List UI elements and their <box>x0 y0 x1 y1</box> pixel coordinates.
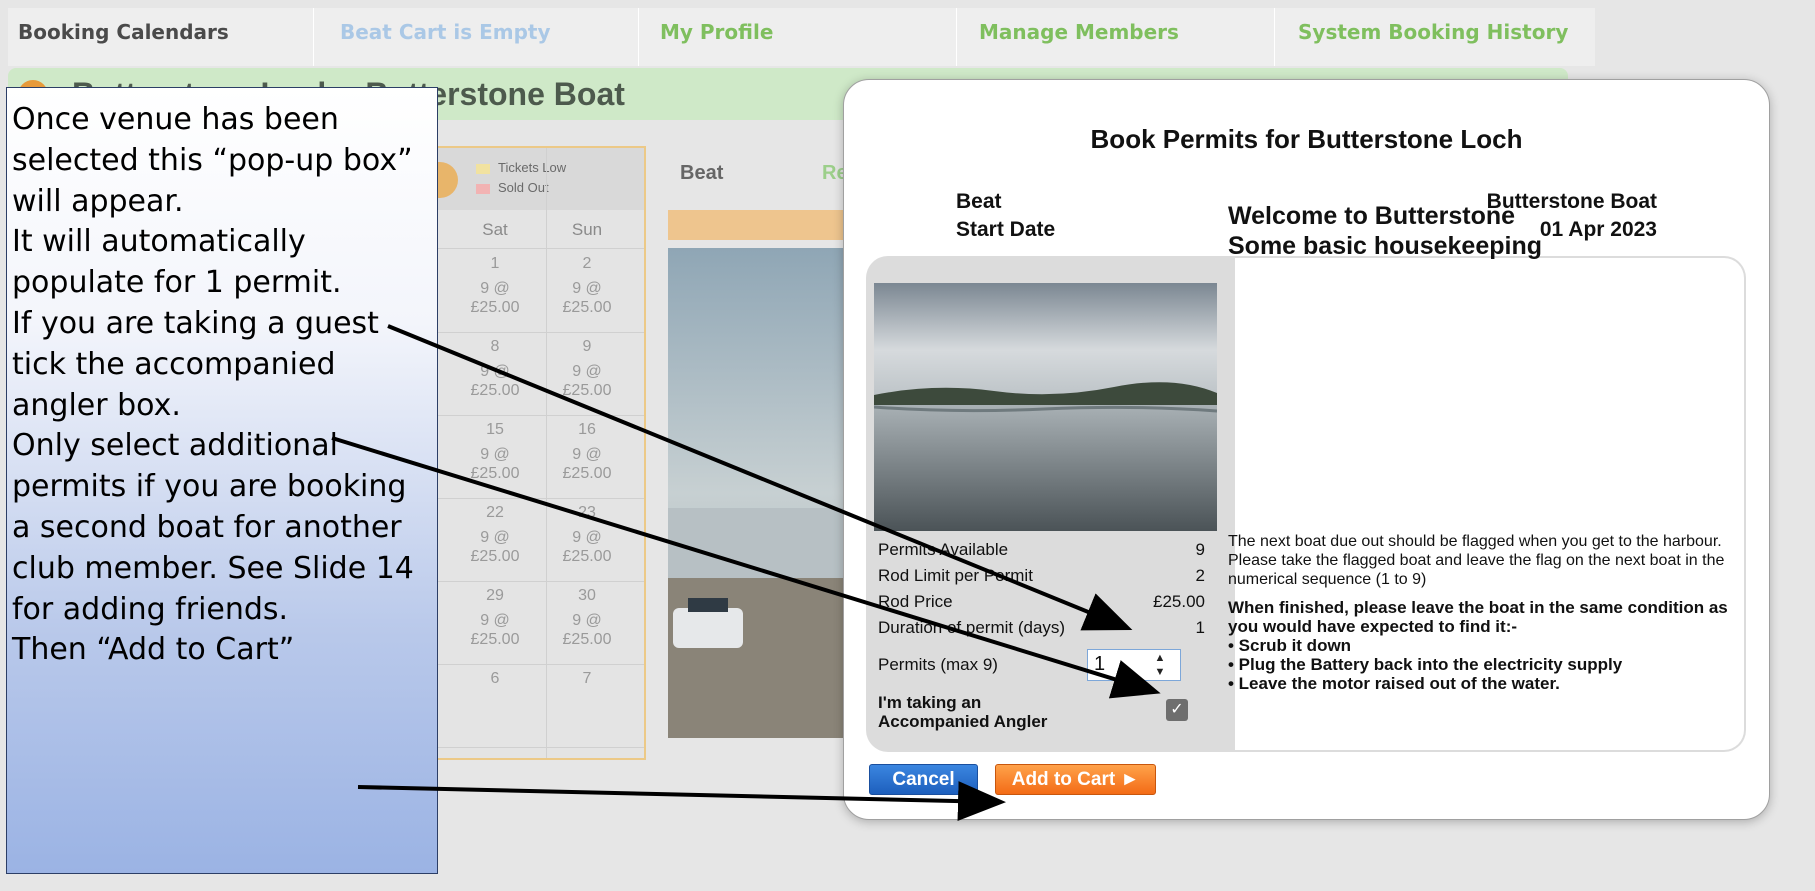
calendar-day-number: 29 <box>486 587 504 604</box>
calendar-day-cell[interactable]: 16 9 @ £25.00 <box>542 420 632 500</box>
calendar-day-availability: 9 @ £25.00 <box>562 363 612 399</box>
day-header-sat: Sat <box>482 220 508 239</box>
duration-label: Duration of permit (days) <box>878 618 1066 637</box>
calendar-day-availability: 9 @ £25.00 <box>470 363 520 399</box>
rod-price-value: £25.00 <box>1153 592 1205 611</box>
calendar-day-availability: 9 @ £25.00 <box>470 280 520 316</box>
annotation-text: Once venue has been selected this “pop-u… <box>12 102 414 668</box>
loch-photo <box>874 283 1217 531</box>
modal-title: Book Permits for Butterstone Loch <box>1090 124 1523 154</box>
page-background: Booking Calendars Beat Cart is Empty My … <box>0 0 1815 891</box>
calendar-day-cell[interactable]: 9 9 @ £25.00 <box>542 337 632 417</box>
calendar-day-number: 2 <box>582 255 592 272</box>
calendar-day-number: 15 <box>486 421 504 438</box>
welcome-heading: Welcome to Butterstone Some basic housek… <box>1228 202 1542 260</box>
legend-tickets-low: Tickets Low <box>498 160 567 175</box>
accompanied-angler-label: I'm taking an Accompanied Angler <box>878 693 1048 731</box>
beat-column-label: Beat <box>680 162 724 184</box>
nav-divider <box>638 8 639 66</box>
rod-limit-label: Rod Limit per Permit <box>878 566 1033 585</box>
rod-limit-value: 2 <box>1195 566 1205 585</box>
calendar-day-availability: 9 @ £25.00 <box>470 529 520 565</box>
nav-manage-members[interactable]: Manage Members <box>979 20 1179 44</box>
calendar-day-cell[interactable]: 23 9 @ £25.00 <box>542 503 632 583</box>
nav-divider <box>1274 8 1275 66</box>
permits-stepper-icon[interactable]: ▲ ▼ <box>1144 651 1176 679</box>
welcome-instructions: When finished, please leave the boat in … <box>1228 598 1728 693</box>
welcome-paragraph: The next boat due out should be flagged … <box>1228 533 1725 588</box>
nav-beat-cart[interactable]: Beat Cart is Empty <box>340 20 551 44</box>
day-header-sun: Sun <box>571 220 603 239</box>
start-date-value: 01 Apr 2023 <box>1539 218 1657 241</box>
calendar-day-availability: 9 @ £25.00 <box>562 446 612 482</box>
calendar-day-cell[interactable]: 6 <box>450 669 540 749</box>
calendar-day-number: 6 <box>490 670 500 687</box>
top-nav: Booking Calendars Beat Cart is Empty My … <box>8 8 1595 66</box>
permits-available-value: 9 <box>1195 540 1205 559</box>
calendar-nav-icon[interactable] <box>436 162 458 198</box>
rod-price-label: Rod Price <box>878 592 953 611</box>
calendar-day-number: 7 <box>582 670 592 687</box>
legend-sold-out: Sold Out <box>498 180 549 195</box>
calendar-day-availability: 9 @ £25.00 <box>562 529 612 565</box>
calendar-day-number: 23 <box>578 504 596 521</box>
nav-divider <box>956 8 957 66</box>
calendar-day-cell[interactable]: 7 <box>542 669 632 749</box>
nav-system-booking-history[interactable]: System Booking History <box>1298 20 1568 44</box>
nav-my-profile[interactable]: My Profile <box>660 20 773 44</box>
beat-row-bar[interactable] <box>668 210 848 240</box>
duration-value: 1 <box>1195 618 1205 637</box>
calendar-day-availability: 9 @ £25.00 <box>470 446 520 482</box>
calendar-day-cell[interactable]: 15 9 @ £25.00 <box>450 420 540 500</box>
calendar-day-cell[interactable]: 30 9 @ £25.00 <box>542 586 632 666</box>
calendar-day-cell[interactable]: 1 9 @ £25.00 <box>450 254 540 334</box>
booking-calendar: Tickets Low Sold Out Sat Sun 1 9 @ £25.00… <box>434 146 646 760</box>
nav-booking-calendars[interactable]: Booking Calendars <box>18 20 229 44</box>
beat-label: Beat <box>956 190 1002 213</box>
calendar-header: Tickets Low Sold Out <box>436 148 644 210</box>
calendar-day-number: 9 <box>582 338 592 355</box>
calendar-day-cell[interactable]: 22 9 @ £25.00 <box>450 503 540 583</box>
calendar-day-number: 1 <box>490 255 500 272</box>
calendar-day-cell[interactable]: 2 9 @ £25.00 <box>542 254 632 334</box>
harbour-photo <box>668 248 848 738</box>
calendar-day-cell[interactable]: 8 9 @ £25.00 <box>450 337 540 417</box>
calendar-day-number: 30 <box>578 587 596 604</box>
tickets-low-swatch <box>476 164 490 174</box>
permits-available-label: Permits Available <box>878 540 1009 559</box>
book-permits-modal: Book Permits for Butterstone Loch Beat B… <box>843 79 1770 820</box>
calendar-day-number: 22 <box>486 504 504 521</box>
cancel-button[interactable]: Cancel <box>869 764 978 795</box>
nav-divider <box>313 8 314 66</box>
calendar-day-cell[interactable]: 29 9 @ £25.00 <box>450 586 540 666</box>
accompanied-angler-checkbox[interactable]: ✓ <box>1166 699 1188 721</box>
calendar-day-availability: 9 @ £25.00 <box>562 280 612 316</box>
calendar-day-availability: 9 @ £25.00 <box>470 612 520 648</box>
start-date-label: Start Date <box>956 218 1056 241</box>
calendar-day-number: 16 <box>578 421 596 438</box>
add-to-cart-button[interactable]: Add to Cart ► <box>995 764 1156 795</box>
permits-count-label: Permits (max 9) <box>878 655 998 674</box>
calendar-day-availability: 9 @ £25.00 <box>562 612 612 648</box>
calendar-divider <box>436 248 644 249</box>
calendar-day-number: 8 <box>490 338 500 355</box>
sold-out-swatch <box>476 184 490 194</box>
